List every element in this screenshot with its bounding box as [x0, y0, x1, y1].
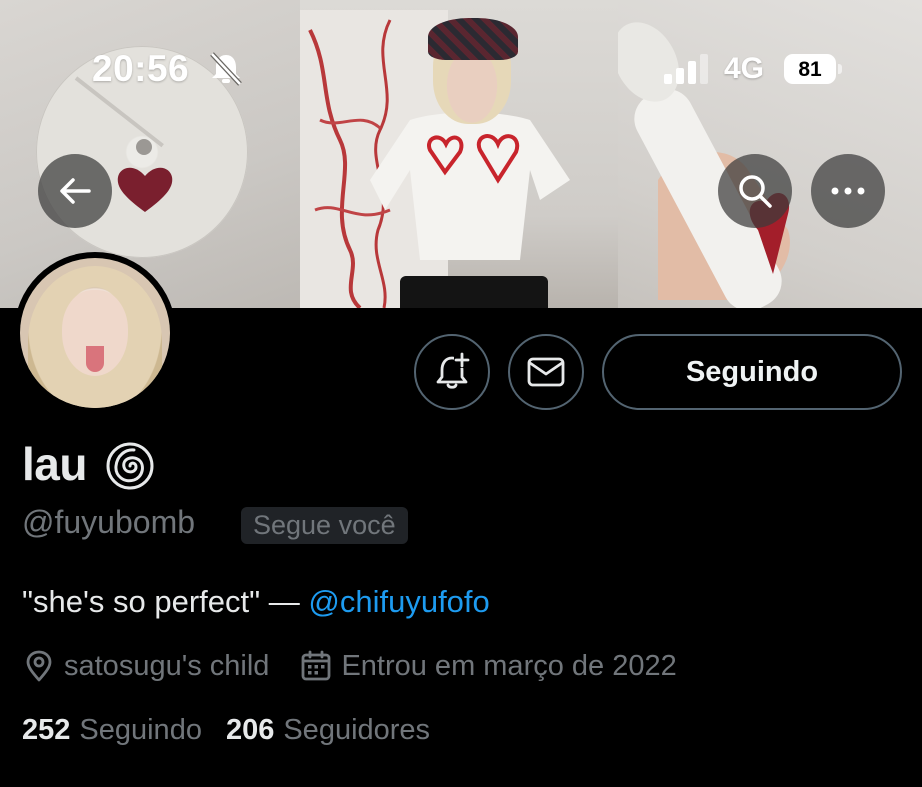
banner-photo-microphone — [618, 0, 922, 308]
status-time: 20:56 — [92, 48, 190, 89]
location-text: satosugu's child — [64, 649, 270, 682]
spiral-icon — [106, 442, 154, 490]
back-button[interactable] — [38, 154, 112, 228]
banner-photo-person — [300, 0, 618, 308]
arrow-left-icon — [60, 178, 91, 204]
followers-label: Seguidores — [283, 714, 431, 746]
avatar-image — [20, 258, 170, 408]
following-label: Seguindo — [79, 714, 202, 746]
more-options-button[interactable] — [811, 154, 885, 228]
header-banner[interactable]: 20:56 4G 81 — [0, 0, 922, 308]
notifications-button[interactable] — [414, 334, 490, 410]
battery-level: 81 — [798, 58, 822, 81]
bio-text: "she's so perfect" — — [22, 584, 309, 619]
profile-meta: satosugu's child Entrou em março de 2022 — [22, 646, 677, 686]
followers-count: 206 — [225, 714, 275, 746]
banner-photo-vinyl — [0, 0, 300, 308]
bio-mention-link[interactable]: @chifuyufofo — [308, 584, 489, 619]
user-handle: @fuyubomb — [22, 504, 196, 540]
battery-icon: 81 — [784, 54, 842, 84]
follow-stats: 252 Seguindo 206 Seguidores — [22, 714, 430, 747]
followers-link[interactable]: 206 Seguidores — [226, 714, 430, 747]
search-button[interactable] — [718, 154, 792, 228]
silent-mode-icon — [210, 52, 242, 86]
message-button[interactable] — [508, 334, 584, 410]
display-name: lau — [22, 438, 87, 490]
envelope-icon — [527, 357, 565, 387]
bell-plus-icon — [436, 352, 470, 389]
location-pin-icon — [26, 650, 52, 682]
following-link[interactable]: 252 Seguindo — [22, 714, 202, 747]
follows-you-badge: Segue você — [241, 507, 408, 544]
following-count: 252 — [22, 714, 71, 746]
heart-icon — [117, 167, 173, 212]
signal-icon — [664, 54, 708, 84]
calendar-icon — [302, 650, 331, 681]
search-icon — [739, 175, 772, 208]
joined-date: Entrou em março de 2022 — [341, 649, 677, 682]
more-horizontal-icon — [831, 187, 865, 195]
following-button[interactable]: Seguindo — [602, 334, 902, 410]
bio: "she's so perfect" — @chifuyufofo — [22, 584, 490, 620]
network-type: 4G — [724, 52, 765, 85]
avatar[interactable] — [14, 252, 176, 414]
